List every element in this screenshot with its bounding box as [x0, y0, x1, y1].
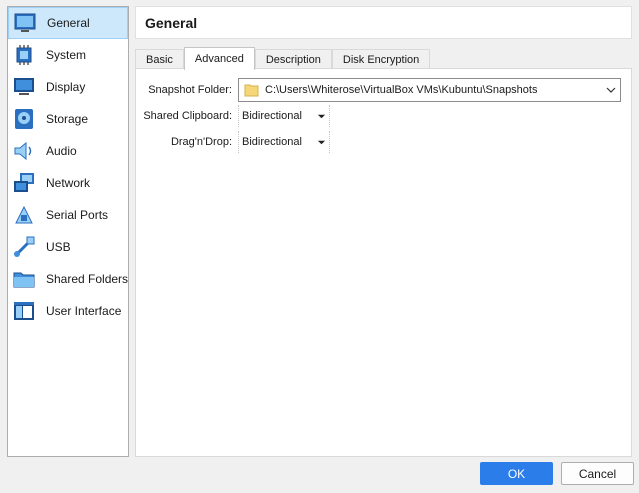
shared-folder-icon: [12, 267, 36, 291]
page-title: General: [145, 14, 198, 31]
snapshot-folder-value: C:\Users\Whiterose\VirtualBox VMs\Kubunt…: [265, 84, 538, 96]
snapshot-folder-label: Snapshot Folder:: [148, 84, 232, 96]
shared-clipboard-row: Shared Clipboard: Bidirectional: [136, 105, 330, 127]
sidebar-item-system[interactable]: System: [8, 39, 128, 71]
shared-clipboard-dropdown[interactable]: Bidirectional: [238, 105, 330, 127]
settings-sidebar: General System Display Storage Audio Net…: [7, 6, 129, 457]
sidebar-item-label: User Interface: [46, 304, 122, 318]
sidebar-item-shared-folders[interactable]: Shared Folders: [8, 263, 128, 295]
sidebar-item-audio[interactable]: Audio: [8, 135, 128, 167]
display-monitor-icon: [12, 75, 36, 99]
sidebar-item-display[interactable]: Display: [8, 71, 128, 103]
storage-disk-icon: [12, 107, 36, 131]
shared-clipboard-label: Shared Clipboard:: [143, 110, 232, 122]
sidebar-item-network[interactable]: Network: [8, 167, 128, 199]
settings-dialog: General System Display Storage Audio Net…: [0, 0, 639, 493]
sidebar-item-label: System: [46, 48, 87, 62]
folder-icon: [244, 82, 260, 98]
sidebar-item-user-interface[interactable]: User Interface: [8, 295, 128, 327]
sidebar-item-label: Serial Ports: [46, 208, 109, 222]
sidebar-item-general[interactable]: General: [8, 7, 128, 39]
page-header: General: [135, 6, 632, 39]
drag-n-drop-value: Bidirectional: [242, 136, 302, 148]
chevron-down-icon[interactable]: [602, 85, 620, 95]
usb-icon: [12, 235, 36, 259]
drag-n-drop-label: Drag'n'Drop:: [170, 136, 232, 148]
sidebar-item-label: General: [47, 16, 90, 30]
tab-disk-encryption[interactable]: Disk Encryption: [331, 49, 431, 70]
tab-bar: Basic Advanced Description Disk Encrypti…: [135, 47, 431, 70]
shared-clipboard-value: Bidirectional: [242, 110, 302, 122]
sidebar-item-label: Storage: [46, 112, 89, 126]
ok-button[interactable]: OK: [480, 462, 553, 485]
sidebar-item-label: USB: [46, 240, 71, 254]
sidebar-item-label: Audio: [46, 144, 77, 158]
general-icon: [13, 11, 37, 35]
audio-speaker-icon: [12, 139, 36, 163]
sidebar-item-label: Display: [46, 80, 86, 94]
cancel-button[interactable]: Cancel: [561, 462, 634, 485]
sidebar-item-storage[interactable]: Storage: [8, 103, 128, 135]
system-chip-icon: [12, 43, 36, 67]
network-icon: [12, 171, 36, 195]
drag-n-drop-dropdown[interactable]: Bidirectional: [238, 131, 330, 153]
tab-basic[interactable]: Basic: [135, 49, 184, 70]
sidebar-item-usb[interactable]: USB: [8, 231, 128, 263]
dropdown-arrow-icon: [313, 112, 329, 121]
sidebar-item-label: Network: [46, 176, 91, 190]
dropdown-arrow-icon: [313, 138, 329, 147]
advanced-tab-panel: Snapshot Folder: C:\Users\Whiterose\Virt…: [135, 68, 632, 457]
snapshot-folder-row: Snapshot Folder: C:\Users\Whiterose\Virt…: [136, 78, 621, 102]
tab-advanced[interactable]: Advanced: [183, 47, 255, 70]
sidebar-item-label: Shared Folders: [46, 272, 129, 286]
user-interface-icon: [12, 299, 36, 323]
serial-port-icon: [12, 203, 36, 227]
drag-n-drop-row: Drag'n'Drop: Bidirectional: [136, 131, 330, 153]
tab-description[interactable]: Description: [254, 49, 332, 70]
snapshot-folder-combobox[interactable]: C:\Users\Whiterose\VirtualBox VMs\Kubunt…: [238, 78, 621, 102]
sidebar-item-serial-ports[interactable]: Serial Ports: [8, 199, 128, 231]
